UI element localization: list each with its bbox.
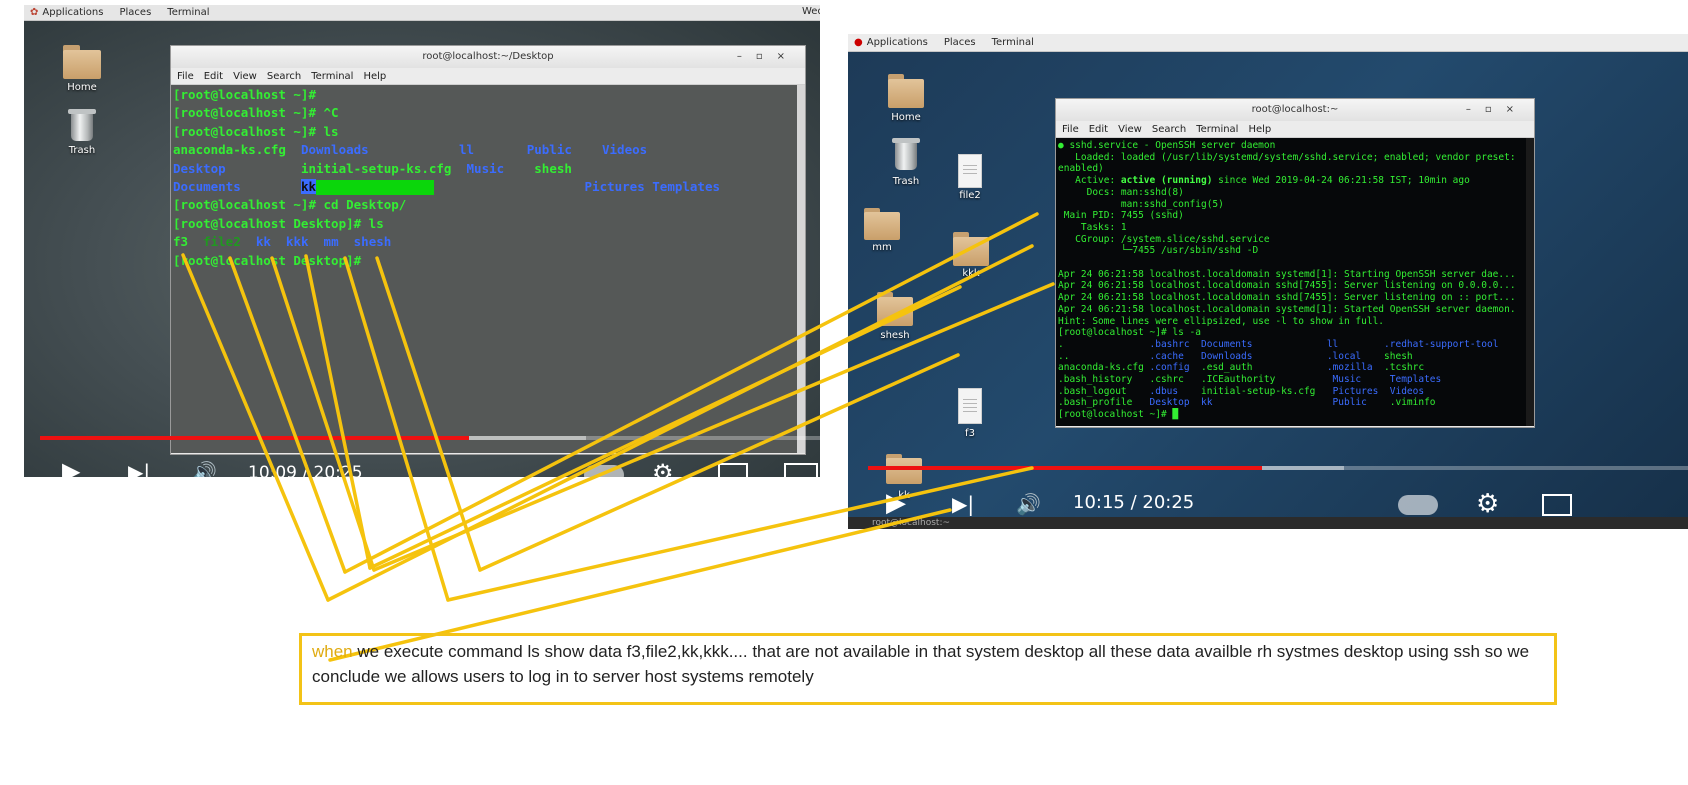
caption-text: we execute command ls show data f3,file2… [312,642,1530,686]
caption-highlight: when [312,642,353,661]
annotation-line [372,282,1055,572]
annotation-caption: when we execute command ls show data f3,… [299,633,1557,705]
annotation-line [304,254,372,570]
annotation-line [181,253,330,602]
annotation-line [368,285,962,570]
annotation-line [343,212,1039,574]
